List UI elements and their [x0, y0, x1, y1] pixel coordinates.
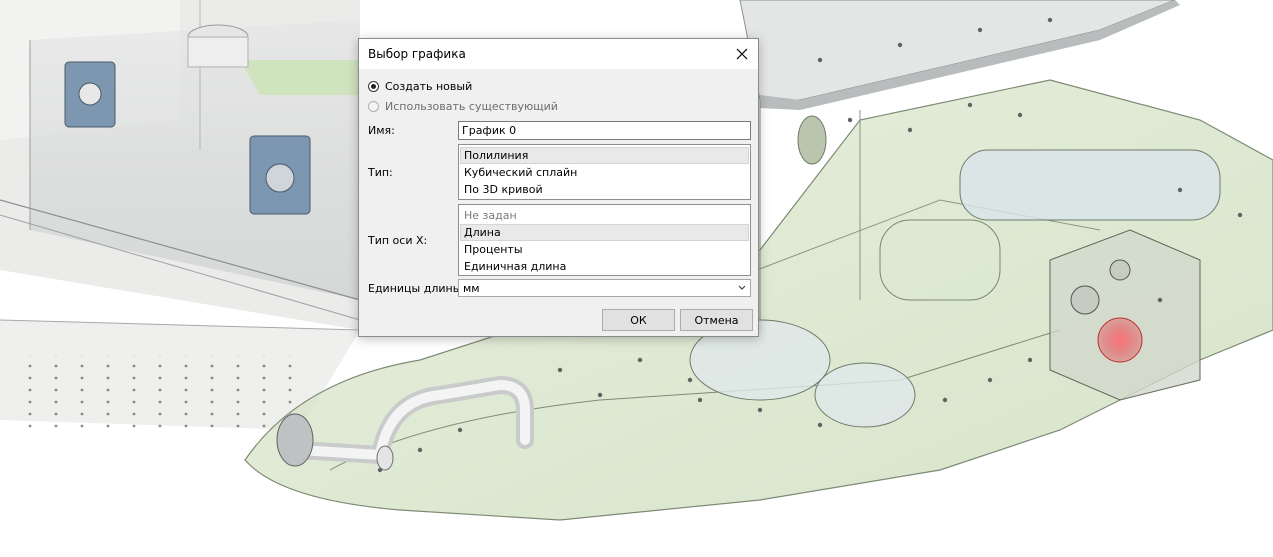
type-listbox[interactable]: Полилиния Кубический сплайн По 3D кривой	[458, 144, 751, 200]
list-item-3d-curve[interactable]: По 3D кривой	[460, 181, 749, 198]
chevron-down-icon	[738, 285, 746, 290]
dialog-title-bar[interactable]: Выбор графика	[359, 39, 758, 69]
radio-label-use-existing: Использовать существующий	[385, 100, 558, 113]
units-select[interactable]: мм	[458, 279, 751, 297]
close-button[interactable]	[726, 39, 758, 69]
units-label: Единицы длины:	[368, 282, 466, 295]
radio-button-unchecked[interactable]	[368, 101, 379, 112]
radio-button-checked[interactable]	[368, 81, 379, 92]
list-item-cubic-spline[interactable]: Кубический сплайн	[460, 164, 749, 181]
radio-use-existing[interactable]: Использовать существующий	[368, 100, 558, 113]
list-item-percent[interactable]: Проценты	[460, 241, 749, 258]
ok-button[interactable]: ОК	[602, 309, 675, 331]
name-input[interactable]: График 0	[458, 121, 751, 140]
radio-label-create-new: Создать новый	[385, 80, 473, 93]
axis-type-label: Тип оси X:	[368, 234, 428, 247]
list-item-not-set: Не задан	[464, 209, 517, 222]
radio-create-new[interactable]: Создать новый	[368, 80, 472, 93]
dialog-title: Выбор графика	[368, 47, 466, 61]
list-item-unit-length[interactable]: Единичная длина	[460, 258, 749, 275]
type-label: Тип:	[368, 166, 393, 179]
units-select-value: мм	[463, 282, 480, 295]
list-item-length[interactable]: Длина	[460, 224, 749, 241]
chart-selection-dialog: Выбор графика Создать новый Использовать…	[358, 38, 759, 337]
name-label: Имя:	[368, 124, 395, 137]
cancel-button[interactable]: Отмена	[680, 309, 753, 331]
axis-type-listbox[interactable]: Не задан Длина Проценты Единичная длина	[458, 204, 751, 276]
list-item-polyline[interactable]: Полилиния	[460, 147, 749, 164]
close-icon	[736, 48, 748, 60]
